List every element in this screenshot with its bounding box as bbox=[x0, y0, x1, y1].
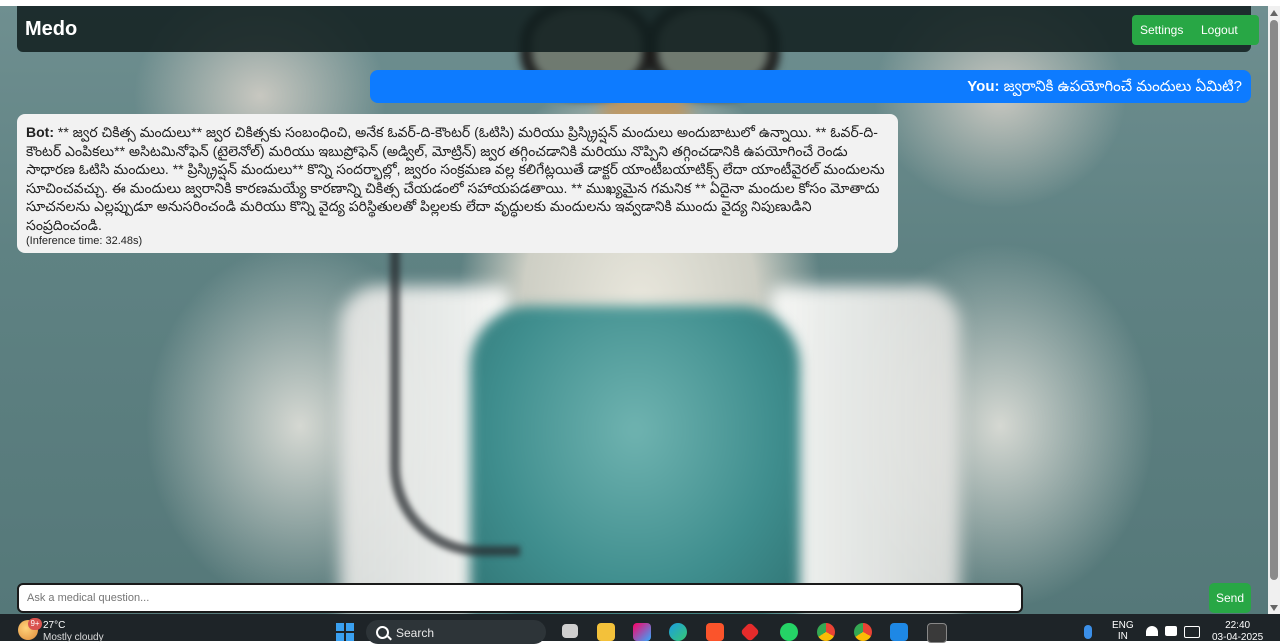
logout-button[interactable]: Logout bbox=[1193, 15, 1259, 45]
user-message: You: జ్వరానికి ఉపయోగించే మందులు ఏమిటి? bbox=[370, 70, 1251, 103]
windows-start-icon[interactable] bbox=[336, 623, 354, 641]
vscode-icon[interactable] bbox=[890, 623, 908, 641]
scroll-down-icon[interactable] bbox=[1270, 605, 1278, 611]
chrome-profile-icon[interactable] bbox=[854, 623, 872, 641]
task-view-icon[interactable] bbox=[562, 624, 578, 638]
weather-condition: Mostly cloudy bbox=[43, 632, 104, 643]
inference-time: (Inference time: 32.48s) bbox=[26, 235, 143, 247]
file-explorer-icon[interactable] bbox=[597, 623, 615, 641]
question-input[interactable] bbox=[19, 585, 1021, 611]
brave-icon[interactable] bbox=[706, 623, 724, 641]
page-scrollbar[interactable] bbox=[1268, 6, 1280, 614]
taskbar: 9+ 27°C Mostly cloudy Search ENG IN 22:4… bbox=[0, 614, 1280, 644]
scroll-up-icon[interactable] bbox=[1270, 10, 1278, 16]
copilot-icon[interactable] bbox=[633, 623, 651, 641]
app-header: Medo Settings Logout bbox=[17, 6, 1259, 52]
wifi-icon[interactable] bbox=[1146, 626, 1158, 636]
terminal-icon[interactable] bbox=[927, 623, 947, 643]
taskbar-search[interactable]: Search bbox=[366, 620, 546, 644]
edge-icon[interactable] bbox=[669, 623, 687, 641]
bot-message: Bot: ** జ్వర చికిత్స మందులు** జ్వర చికిత… bbox=[17, 114, 898, 253]
send-button[interactable]: Send bbox=[1209, 583, 1251, 613]
language-code: ENG bbox=[1112, 620, 1134, 631]
bluetooth-icon[interactable] bbox=[1084, 625, 1092, 639]
app-red-icon[interactable] bbox=[740, 622, 760, 642]
notification-badge: 9+ bbox=[28, 618, 42, 630]
chat-viewport: Medo Settings Logout You: జ్వరానికి ఉపయో… bbox=[0, 6, 1268, 614]
search-label: Search bbox=[396, 626, 435, 640]
search-icon bbox=[376, 626, 389, 639]
brand-title: Medo bbox=[25, 18, 78, 40]
bot-message-text: ** జ్వర చికిత్స మందులు** జ్వర చికిత్సకు … bbox=[26, 124, 885, 233]
whatsapp-icon[interactable] bbox=[780, 623, 798, 641]
region-code: IN bbox=[1117, 631, 1128, 642]
language-indicator[interactable]: ENG IN bbox=[1112, 620, 1134, 642]
clock-date: 03-04-2025 bbox=[1212, 632, 1264, 643]
volume-icon[interactable] bbox=[1165, 626, 1177, 636]
question-input-wrapper bbox=[17, 583, 1023, 613]
clock-time: 22:40 bbox=[1225, 620, 1251, 631]
user-speaker-label: You: bbox=[967, 78, 1000, 95]
user-message-text: జ్వరానికి ఉపయోగించే మందులు ఏమిటి? bbox=[1003, 78, 1242, 95]
temperature: 27°C bbox=[43, 620, 66, 631]
scroll-thumb[interactable] bbox=[1270, 20, 1278, 580]
battery-icon[interactable] bbox=[1184, 626, 1200, 638]
background-stethoscope bbox=[390, 246, 520, 556]
chrome-icon[interactable] bbox=[817, 623, 835, 641]
bot-speaker-label: Bot: bbox=[26, 124, 54, 140]
system-clock[interactable]: 22:40 03-04-2025 bbox=[1212, 620, 1263, 644]
